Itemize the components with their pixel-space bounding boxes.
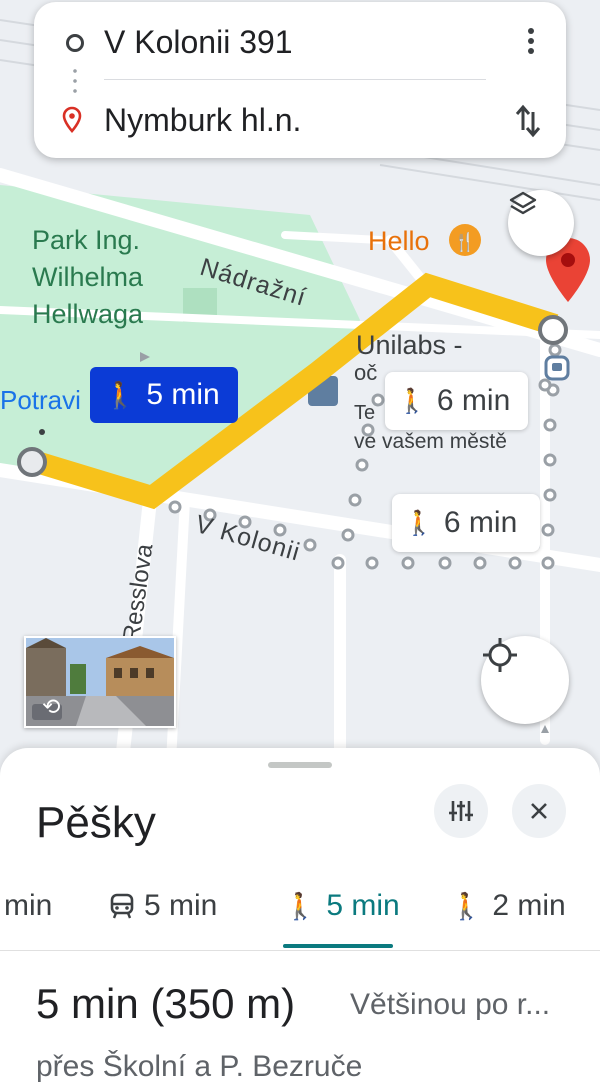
summary-note: Většinou po r... bbox=[350, 988, 551, 1021]
alt-route-time-1: 6 min bbox=[436, 384, 511, 417]
route-summary[interactable]: 5 min (350 m) bbox=[36, 980, 295, 1028]
selected-route-time: 5 min bbox=[146, 378, 220, 411]
alt-route-time-2: 6 min bbox=[443, 506, 518, 539]
ride-icon: 🚶 bbox=[450, 890, 483, 921]
active-tab-indicator bbox=[283, 944, 393, 948]
route-options-button[interactable] bbox=[434, 784, 488, 838]
origin-row[interactable]: V Kolonii 391 bbox=[34, 8, 566, 78]
tabs-divider bbox=[0, 950, 600, 951]
tab-drive[interactable]: min bbox=[4, 878, 52, 934]
alt-route-chip-1[interactable]: 🚶 6 min bbox=[385, 372, 528, 430]
tab-transit[interactable]: 5 min bbox=[110, 878, 217, 934]
summary-distance: (350 m) bbox=[150, 980, 296, 1027]
fields-divider bbox=[104, 79, 486, 80]
walk-icon: 🚶 bbox=[404, 509, 434, 537]
svg-text:🍴: 🍴 bbox=[454, 231, 476, 253]
start-marker bbox=[17, 447, 47, 477]
tab-walk[interactable]: 🚶 5 min bbox=[284, 878, 400, 934]
summary-time: 5 min bbox=[36, 980, 139, 1027]
my-location-button[interactable] bbox=[481, 636, 569, 724]
poi-unilabs-line2: oč bbox=[354, 360, 378, 385]
origin-field[interactable]: V Kolonii 391 bbox=[104, 24, 293, 61]
poi-unilabs-name[interactable]: Unilabs - bbox=[356, 330, 463, 361]
tune-icon bbox=[449, 801, 473, 821]
more-options-button[interactable] bbox=[528, 26, 534, 61]
route-via: přes Školní a P. Bezruče bbox=[36, 1050, 363, 1083]
close-button[interactable] bbox=[512, 784, 566, 838]
location-pin-icon bbox=[62, 106, 82, 133]
end-marker bbox=[538, 315, 568, 345]
alt-route-chip-2[interactable]: 🚶 6 min bbox=[392, 494, 540, 552]
street-view-thumbnail[interactable]: ⟲ bbox=[24, 636, 176, 728]
walk-icon: 🚶 bbox=[397, 387, 427, 415]
tab-ride[interactable]: 🚶 2 min bbox=[450, 878, 566, 934]
selected-route-chip[interactable]: 🚶 5 min bbox=[90, 367, 238, 423]
poi-unilabs-line4: ve vašem městě bbox=[354, 430, 507, 453]
park-label: Park Ing. Wilhelma Hellwaga bbox=[32, 225, 144, 329]
route-search-card: V Kolonii 391 Nymburk hl.n. bbox=[34, 2, 566, 158]
destination-row[interactable]: Nymburk hl.n. bbox=[34, 86, 566, 156]
crosshair-icon bbox=[483, 638, 517, 672]
origin-circle-icon bbox=[66, 34, 84, 52]
more-vert-icon bbox=[528, 28, 534, 54]
swap-vert-icon bbox=[515, 104, 541, 138]
swap-button[interactable] bbox=[514, 104, 542, 143]
layers-button[interactable] bbox=[508, 190, 574, 256]
travel-mode-title: Pěšky bbox=[36, 798, 156, 847]
rotate-360-icon: ⟲ bbox=[42, 694, 61, 719]
poi-hello[interactable]: Hello bbox=[368, 226, 430, 257]
sheet-drag-handle[interactable] bbox=[268, 762, 332, 768]
tab-walk-label: 5 min bbox=[326, 889, 400, 922]
directions-sheet: Pěšky min 5 min 🚶 5 min 🚶 2 min 5 min (3… bbox=[0, 748, 600, 1087]
tab-drive-label: min bbox=[4, 889, 53, 922]
poi-potravi[interactable]: Potravi bbox=[0, 385, 81, 416]
tab-transit-label: 5 min bbox=[144, 889, 218, 922]
walk-icon: 🚶 bbox=[104, 379, 137, 410]
tab-ride-label: 2 min bbox=[492, 889, 566, 922]
poi-unilabs-line3: Te bbox=[354, 402, 376, 424]
walk-icon: 🚶 bbox=[284, 890, 317, 921]
close-icon bbox=[531, 803, 547, 819]
destination-field[interactable]: Nymburk hl.n. bbox=[104, 102, 301, 139]
layers-icon bbox=[509, 191, 537, 215]
transit-icon bbox=[110, 893, 134, 919]
